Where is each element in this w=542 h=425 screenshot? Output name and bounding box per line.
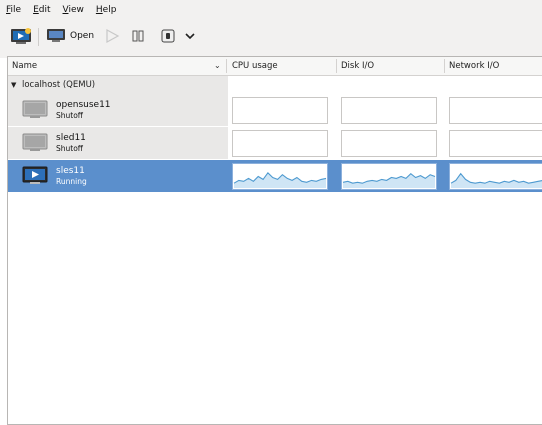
menu-edit[interactable]: Edit [33,5,50,15]
menu-bar: File Edit View Help [0,0,542,20]
new-vm-icon [11,28,31,44]
shutdown-icon [161,29,175,43]
new-vm-button[interactable] [10,22,32,50]
menu-file[interactable]: File [6,5,21,15]
vm-name-cell: opensuse11 Shutoff [8,94,228,126]
vm-row-opensuse11[interactable]: opensuse11 Shutoff [8,94,542,126]
toolbar: Open [0,22,542,52]
disk-sparkline [342,172,436,188]
group-label: localhost (QEMU) [22,80,96,90]
vm-name: sled11 [56,133,86,143]
vm-shutoff-icon [22,133,48,151]
column-header-disk[interactable]: Disk I/O [337,57,445,75]
menu-help[interactable]: Help [96,5,117,15]
network-io-graph [449,163,542,190]
menu-view[interactable]: View [63,5,84,15]
disk-io-graph [341,130,437,157]
vm-status: Running [56,177,87,186]
run-icon [106,28,120,44]
pause-icon [132,30,144,42]
network-io-graph [449,97,542,124]
vm-running-icon [22,166,48,184]
column-divider [226,59,227,73]
vm-status: Shutoff [56,111,83,120]
vm-list[interactable]: Name ⌄ CPU usage Disk I/O Network I/O ▼ … [7,56,542,425]
cpu-usage-graph [232,163,328,190]
open-label: Open [70,31,95,41]
vm-row-sled11[interactable]: sled11 Shutoff [8,127,542,159]
vm-row-sles11[interactable]: sles11 Running [8,160,542,192]
cpu-usage-graph [232,97,328,124]
vm-status: Shutoff [56,144,83,153]
disk-io-graph [341,163,437,190]
monitor-icon [47,29,65,42]
group-row-localhost[interactable]: ▼ localhost (QEMU) [8,76,228,94]
list-header: Name ⌄ CPU usage Disk I/O Network I/O [8,57,542,76]
window-chrome: File Edit View Help Open [0,0,542,58]
column-header-network[interactable]: Network I/O [445,57,542,75]
cpu-usage-graph [232,130,328,157]
pause-button[interactable] [130,22,146,50]
expander-icon[interactable]: ▼ [11,76,16,94]
column-header-cpu[interactable]: CPU usage [228,57,336,75]
sparkline-area [451,173,542,188]
vm-name: sles11 [56,166,85,176]
toolbar-separator [38,28,39,46]
column-header-name[interactable]: Name [8,57,222,75]
vm-name-cell: sles11 Running [8,160,228,192]
network-sparkline [450,172,542,188]
shutdown-menu-button[interactable] [184,22,196,50]
shutdown-button[interactable] [160,22,176,50]
run-button[interactable] [104,22,120,50]
network-io-graph [449,130,542,157]
open-button[interactable]: Open [46,22,94,50]
vm-shutoff-icon [22,100,48,118]
vm-name: opensuse11 [56,100,111,110]
group-row-fill [228,76,542,94]
sort-indicator-icon: ⌄ [214,61,221,70]
chevron-down-icon [185,33,195,40]
cpu-sparkline [233,171,327,188]
disk-io-graph [341,97,437,124]
vm-name-cell: sled11 Shutoff [8,127,228,159]
